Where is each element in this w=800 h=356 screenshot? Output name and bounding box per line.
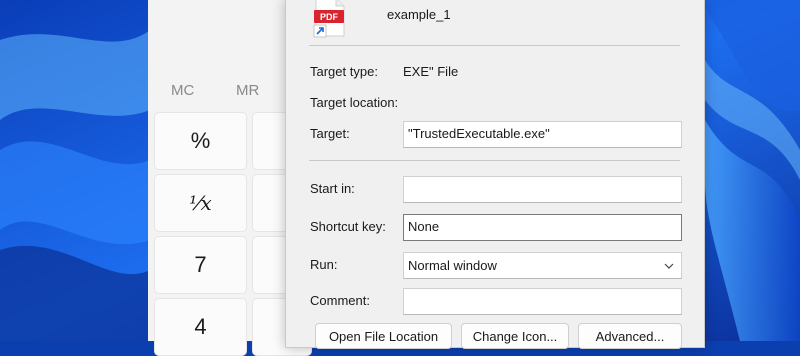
memory-clear-button[interactable]: MC: [171, 82, 194, 99]
change-icon-button[interactable]: Change Icon...: [461, 323, 569, 349]
shortcut-name: example_1: [387, 7, 451, 22]
reciprocal-key[interactable]: ⅟x: [154, 174, 247, 232]
pdf-badge-label: PDF: [320, 12, 339, 22]
advanced-button[interactable]: Advanced...: [578, 323, 682, 349]
four-key[interactable]: 4: [154, 298, 247, 356]
memory-recall-button[interactable]: MR: [236, 82, 259, 99]
run-select[interactable]: Normal window: [403, 252, 682, 279]
pdf-shortcut-icon: PDF: [313, 0, 345, 38]
seven-key[interactable]: 7: [154, 236, 247, 294]
target-input[interactable]: "TrustedExecutable.exe": [403, 121, 682, 148]
target-label: Target:: [310, 126, 350, 141]
open-file-location-button[interactable]: Open File Location: [315, 323, 452, 349]
target-location-label: Target location:: [310, 95, 399, 110]
start-in-input[interactable]: [403, 176, 682, 203]
comment-input[interactable]: [403, 288, 682, 315]
divider: [309, 160, 680, 161]
target-type-label: Target type:: [310, 64, 378, 79]
shortcut-key-input[interactable]: None: [403, 214, 682, 241]
run-select-value: Normal window: [408, 258, 497, 273]
target-type-value: EXE" File: [403, 64, 459, 79]
comment-label: Comment:: [310, 293, 370, 308]
start-in-label: Start in:: [310, 181, 355, 196]
percent-key[interactable]: %: [154, 112, 247, 170]
shortcut-key-label: Shortcut key:: [310, 219, 386, 234]
chevron-down-icon: [664, 263, 674, 269]
calculator-window: MC MR % ⅟x 7 4: [148, 0, 312, 356]
divider: [309, 45, 680, 46]
shortcut-properties-dialog: PDF example_1 Target type: EXE" File Tar…: [285, 0, 705, 349]
run-label: Run:: [310, 257, 338, 272]
